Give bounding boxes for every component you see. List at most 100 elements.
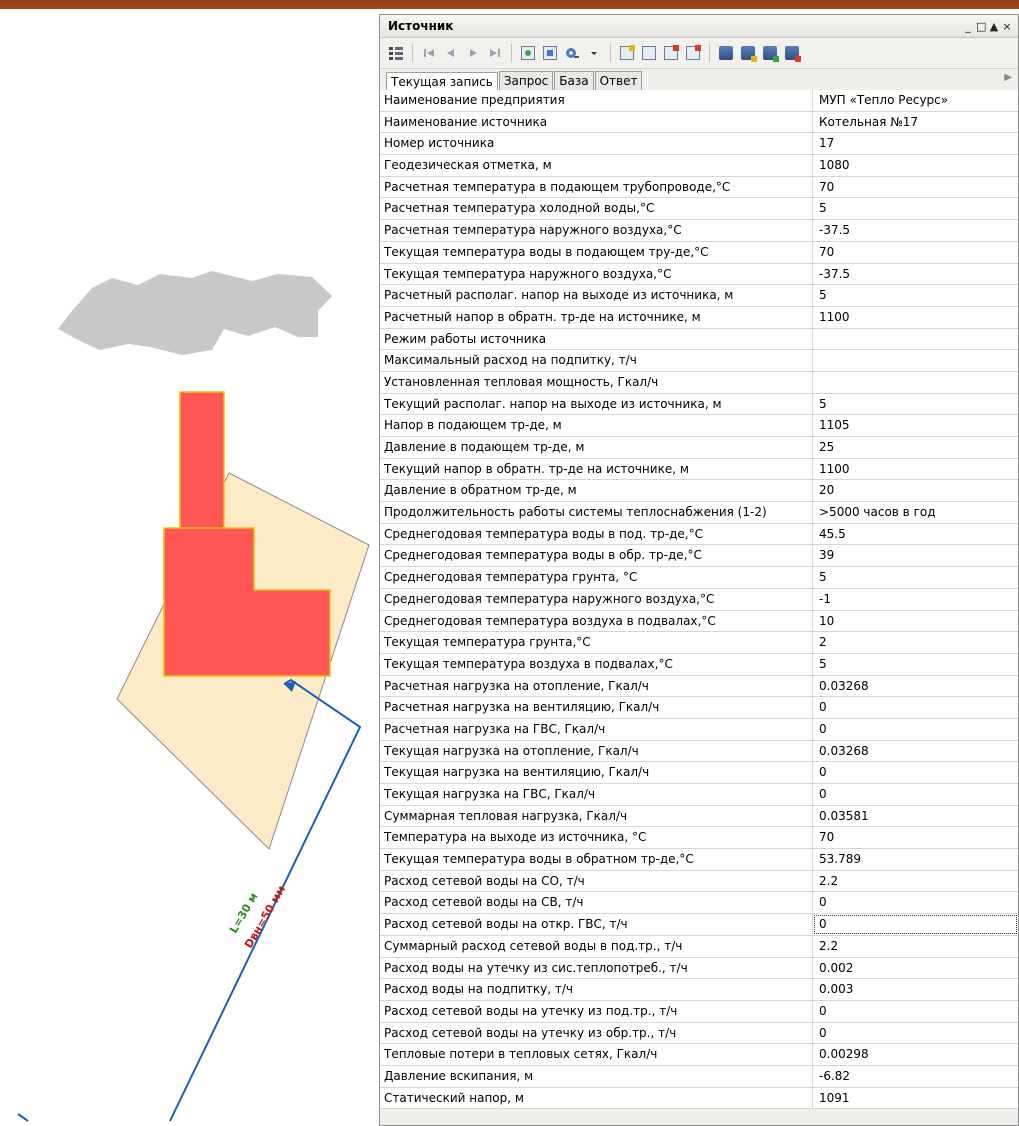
property-value[interactable]: 0 bbox=[813, 784, 1018, 805]
property-value[interactable]: 0 bbox=[813, 762, 1018, 783]
grid-menu-icon[interactable] bbox=[386, 43, 406, 63]
edit-doc-icon[interactable] bbox=[639, 43, 659, 63]
tab-3[interactable]: Ответ bbox=[594, 71, 643, 90]
property-value[interactable]: Котельная №17 bbox=[813, 112, 1018, 133]
property-value[interactable]: 0 bbox=[813, 1023, 1018, 1044]
table-row[interactable]: Наименование источника Котельная №17 bbox=[380, 111, 1018, 134]
property-value[interactable]: 20 bbox=[813, 480, 1018, 501]
db-table-icon[interactable] bbox=[716, 43, 736, 63]
search-icon[interactable] bbox=[562, 43, 582, 63]
tab-1[interactable]: Запрос bbox=[498, 71, 554, 90]
table-row[interactable]: Текущая нагрузка на отопление, Гкал/ч 0.0… bbox=[380, 740, 1018, 763]
table-row[interactable]: Расчетная температура холодной воды,°С 5 bbox=[380, 198, 1018, 221]
first-record-icon[interactable] bbox=[419, 43, 439, 63]
property-value[interactable]: 70 bbox=[813, 177, 1018, 198]
table-row[interactable]: Расход воды на утечку из сис.теплопотреб… bbox=[380, 957, 1018, 980]
property-value[interactable]: 70 bbox=[813, 242, 1018, 263]
refresh-icon[interactable] bbox=[518, 43, 538, 63]
db-add-icon[interactable] bbox=[760, 43, 780, 63]
property-value[interactable]: 25 bbox=[813, 437, 1018, 458]
table-row[interactable]: Расход сетевой воды на СО, т/ч 2.2 bbox=[380, 870, 1018, 893]
property-value[interactable]: 5 bbox=[813, 394, 1018, 415]
table-row[interactable]: Номер источника 17 bbox=[380, 133, 1018, 156]
last-record-icon[interactable] bbox=[485, 43, 505, 63]
table-row[interactable]: Наименование предприятия МУП «Тепло Ресур… bbox=[380, 90, 1018, 112]
property-value[interactable]: 0.03581 bbox=[813, 806, 1018, 827]
table-row[interactable]: Среднегодовая температура воды в под. тр… bbox=[380, 523, 1018, 546]
property-value[interactable]: 17 bbox=[813, 133, 1018, 154]
table-row[interactable]: Текущая температура грунта,°С 2 bbox=[380, 632, 1018, 654]
table-row[interactable]: Текущая нагрузка на вентиляцию, Гкал/ч 0 bbox=[380, 762, 1018, 784]
db-edit-icon[interactable] bbox=[738, 43, 758, 63]
table-row[interactable]: Давление в обратном тр-де, м 20 bbox=[380, 480, 1018, 503]
property-value[interactable]: 1100 bbox=[813, 459, 1018, 480]
minimize-icon[interactable]: _ bbox=[963, 20, 973, 33]
table-row[interactable]: Расход сетевой воды на утечку из обр.тр.… bbox=[380, 1022, 1018, 1045]
table-row[interactable]: Текущая температура наружного воздуха,°С… bbox=[380, 263, 1018, 286]
table-row[interactable]: Давление вскипания, м -6.82 bbox=[380, 1065, 1018, 1088]
property-value[interactable]: 5 bbox=[813, 198, 1018, 219]
db-settings-icon[interactable] bbox=[782, 43, 802, 63]
table-row[interactable]: Расчетная температура наружного воздуха,… bbox=[380, 220, 1018, 242]
table-row[interactable]: Установленная тепловая мощность, Гкал/ч bbox=[380, 371, 1018, 394]
property-value[interactable]: 2.2 bbox=[813, 871, 1018, 892]
table-row[interactable]: Давление в подающем тр-де, м 25 bbox=[380, 437, 1018, 459]
property-value[interactable]: >5000 часов в год bbox=[813, 502, 1018, 523]
property-value[interactable]: 2 bbox=[813, 632, 1018, 653]
table-row[interactable]: Расход сетевой воды на СВ, т/ч 0 bbox=[380, 892, 1018, 915]
table-row[interactable]: Среднегодовая температура наружного возд… bbox=[380, 588, 1018, 611]
property-value[interactable]: 0.003 bbox=[813, 979, 1018, 1000]
property-value[interactable] bbox=[813, 329, 1018, 350]
property-value[interactable]: -1 bbox=[813, 589, 1018, 610]
property-value[interactable]: 10 bbox=[813, 611, 1018, 632]
building-chimney[interactable] bbox=[179, 391, 225, 532]
property-value[interactable]: -37.5 bbox=[813, 220, 1018, 241]
property-value[interactable]: -37.5 bbox=[813, 264, 1018, 285]
property-value[interactable]: 45.5 bbox=[813, 524, 1018, 545]
property-value[interactable] bbox=[813, 372, 1018, 393]
table-row[interactable]: Максимальный расход на подпитку, т/ч bbox=[380, 350, 1018, 372]
property-value[interactable]: 0 bbox=[813, 697, 1018, 718]
map-drawing[interactable] bbox=[0, 9, 380, 1126]
table-row[interactable]: Расчетная нагрузка на отопление, Гкал/ч 0… bbox=[380, 675, 1018, 698]
window-titlebar[interactable]: Источник _ □ ▲ × bbox=[380, 15, 1018, 38]
table-row[interactable]: Текущая температура воздуха в подвалах,°… bbox=[380, 653, 1018, 676]
property-value[interactable]: 5 bbox=[813, 654, 1018, 675]
prev-record-icon[interactable] bbox=[441, 43, 461, 63]
property-value[interactable]: 5 bbox=[813, 567, 1018, 588]
table-row[interactable]: Текущая нагрузка на ГВС, Гкал/ч 0 bbox=[380, 784, 1018, 806]
table-row[interactable]: Расход сетевой воды на откр. ГВС, т/ч 0 bbox=[380, 914, 1018, 936]
table-row[interactable]: Среднегодовая температура грунта, °С 5 bbox=[380, 567, 1018, 589]
dropdown-icon[interactable] bbox=[584, 43, 604, 63]
table-row[interactable]: Текущая температура воды в обратном тр-д… bbox=[380, 849, 1018, 871]
table-row[interactable]: Текущий располаг. напор на выходе из ист… bbox=[380, 393, 1018, 416]
new-doc-icon[interactable] bbox=[617, 43, 637, 63]
property-value[interactable] bbox=[813, 350, 1018, 371]
table-row[interactable]: Расчетная нагрузка на вентиляцию, Гкал/ч… bbox=[380, 697, 1018, 719]
table-row[interactable]: Суммарная тепловая нагрузка, Гкал/ч 0.035… bbox=[380, 805, 1018, 828]
property-value[interactable]: 0 bbox=[813, 719, 1018, 740]
property-value[interactable]: 0.00298 bbox=[813, 1044, 1018, 1065]
add-doc-icon[interactable] bbox=[661, 43, 681, 63]
table-row[interactable]: Текущий напор в обратн. тр-де на источни… bbox=[380, 458, 1018, 481]
tab-scroll-arrow-icon[interactable]: ▶ bbox=[1004, 72, 1012, 83]
table-row[interactable]: Расчетный напор в обратн. тр-де на источ… bbox=[380, 306, 1018, 329]
close-icon[interactable]: × bbox=[1002, 20, 1012, 33]
property-value[interactable]: 1091 bbox=[813, 1088, 1018, 1109]
property-value[interactable]: 0.03268 bbox=[813, 741, 1018, 762]
property-value[interactable]: 1080 bbox=[813, 155, 1018, 176]
table-row[interactable]: Режим работы источника bbox=[380, 328, 1018, 351]
next-record-icon[interactable] bbox=[463, 43, 483, 63]
table-row[interactable]: Расход воды на подпитку, т/ч 0.003 bbox=[380, 979, 1018, 1001]
tab-0[interactable]: Текущая запись bbox=[386, 72, 498, 91]
delete-doc-icon[interactable] bbox=[683, 43, 703, 63]
tab-2[interactable]: База bbox=[554, 71, 594, 90]
property-value[interactable]: 5 bbox=[813, 285, 1018, 306]
map-canvas[interactable]: L=30 м Dвн=50 мм bbox=[0, 9, 380, 1126]
recalc-icon[interactable] bbox=[540, 43, 560, 63]
property-value[interactable]: 2.2 bbox=[813, 936, 1018, 957]
table-row[interactable]: Расчетная нагрузка на ГВС, Гкал/ч 0 bbox=[380, 718, 1018, 741]
property-value[interactable]: 0.03268 bbox=[813, 676, 1018, 697]
property-value[interactable]: 0 bbox=[813, 1001, 1018, 1022]
property-value[interactable]: -6.82 bbox=[813, 1066, 1018, 1087]
